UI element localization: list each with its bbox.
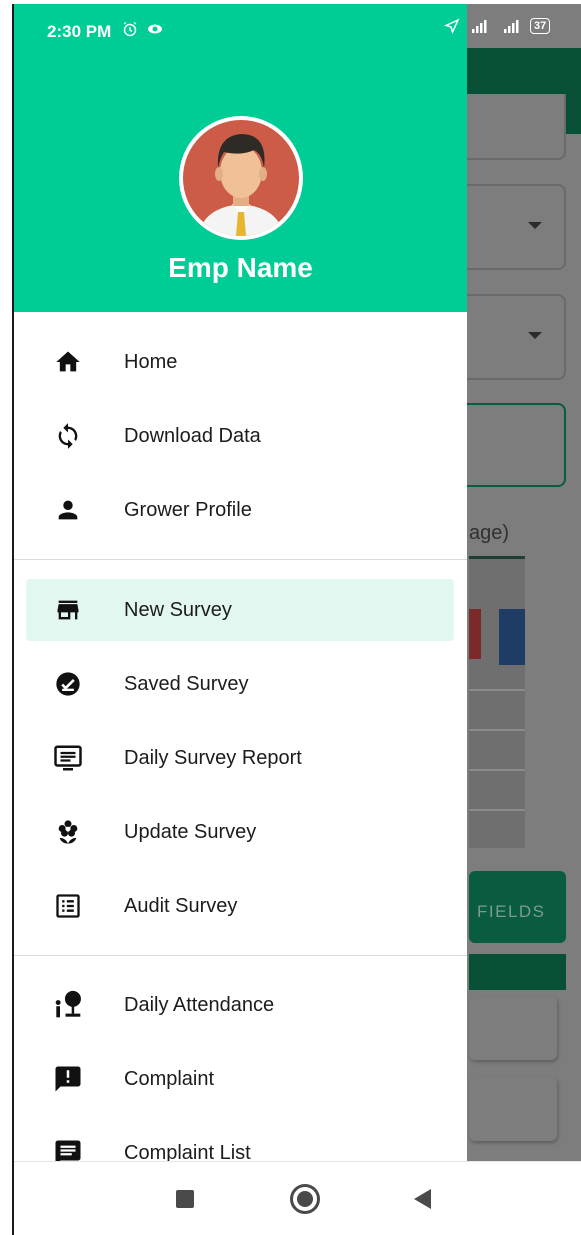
- background-photo: [469, 556, 525, 848]
- menu-item-complaint[interactable]: Complaint: [26, 1048, 454, 1110]
- message-icon: [52, 1137, 84, 1161]
- home-button-icon[interactable]: [290, 1184, 320, 1214]
- status-right-icons: 37: [444, 18, 551, 34]
- menu-item-label: Grower Profile: [124, 499, 252, 521]
- dropdown-caret-icon: [528, 222, 542, 229]
- navigation-drawer: Emp Name Home Download Data Grower Profi…: [14, 4, 467, 1161]
- home-icon: [52, 346, 84, 378]
- background-section-bar: [469, 954, 566, 990]
- menu-item-label: Saved Survey: [124, 673, 249, 695]
- signal-icon: [504, 20, 519, 33]
- status-time: 2:30 PM: [47, 22, 112, 41]
- recents-icon[interactable]: [176, 1190, 194, 1208]
- menu-item-label: Daily Attendance: [124, 994, 275, 1016]
- menu-item-label: Complaint List: [124, 1142, 251, 1161]
- status-bar: 2:30 PM 37: [14, 4, 581, 48]
- background-card: [469, 996, 557, 1060]
- drawer-header: Emp Name: [14, 4, 467, 312]
- eye-icon: [148, 24, 163, 34]
- menu-item-saved-survey[interactable]: Saved Survey: [26, 653, 454, 715]
- background-image-hint: age): [469, 522, 510, 544]
- menu-item-audit-survey[interactable]: Audit Survey: [26, 875, 454, 937]
- menu-item-home[interactable]: Home: [26, 331, 454, 393]
- person-icon: [52, 494, 84, 526]
- check-circle-icon: [52, 668, 84, 700]
- menu-item-label: Download Data: [124, 425, 261, 447]
- alarm-icon: [123, 21, 137, 37]
- feedback-icon: [52, 1063, 84, 1095]
- store-icon: [52, 594, 84, 626]
- report-icon: [52, 742, 84, 774]
- back-icon[interactable]: [414, 1189, 431, 1209]
- background-card: [469, 1077, 557, 1141]
- background-fields-button: FIELDS: [469, 871, 566, 943]
- menu-divider: [14, 559, 467, 560]
- battery-icon: 37: [530, 18, 551, 34]
- list-alt-icon: [52, 890, 84, 922]
- employee-name: Emp Name: [168, 252, 313, 283]
- menu-item-daily-survey-report[interactable]: Daily Survey Report: [26, 727, 454, 789]
- attendance-icon: [52, 989, 84, 1021]
- menu-item-label: Complaint: [124, 1068, 215, 1090]
- menu-item-daily-attendance[interactable]: Daily Attendance: [26, 974, 454, 1036]
- menu-item-label: Audit Survey: [124, 895, 238, 917]
- menu-divider: [14, 955, 467, 956]
- avatar: [179, 116, 303, 240]
- flower-icon: [52, 816, 84, 848]
- sync-icon: [52, 420, 84, 452]
- menu-item-label: Update Survey: [124, 821, 257, 843]
- menu-item-update-survey[interactable]: Update Survey: [26, 801, 454, 863]
- menu-item-label: Daily Survey Report: [124, 747, 302, 769]
- menu-item-complaint-list[interactable]: Complaint List: [26, 1122, 454, 1161]
- signal-icon: [472, 20, 487, 33]
- status-notification-icons: [122, 20, 164, 38]
- menu-item-label: New Survey: [124, 599, 232, 621]
- menu-item-grower-profile[interactable]: Grower Profile: [26, 479, 454, 541]
- menu-item-new-survey[interactable]: New Survey: [26, 579, 454, 641]
- location-arrow-icon: [444, 18, 460, 34]
- dropdown-caret-icon: [528, 332, 542, 339]
- phone-screen: age) FIELDS 2:30 PM 37 Emp Name Home Dow…: [12, 4, 581, 1235]
- menu-item-label: Home: [124, 351, 178, 373]
- system-navigation-bar: [14, 1161, 581, 1235]
- menu-item-download-data[interactable]: Download Data: [26, 405, 454, 467]
